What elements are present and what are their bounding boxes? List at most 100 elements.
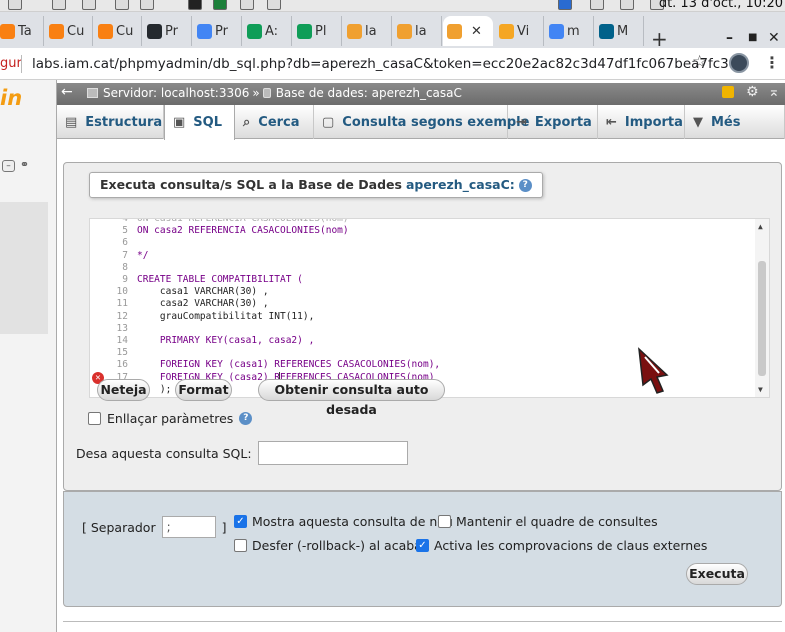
collapse-all-icon[interactable]: – bbox=[2, 160, 15, 172]
pma-logo[interactable]: in bbox=[0, 86, 22, 110]
tab-importa[interactable]: ⇤ Importa bbox=[598, 105, 685, 139]
line-number: 13 bbox=[116, 322, 128, 334]
app-icon[interactable] bbox=[213, 0, 227, 10]
browser-tab[interactable]: Pr bbox=[143, 16, 192, 46]
line-number: 14 bbox=[116, 335, 128, 346]
show-query-checkbox[interactable]: ✓ bbox=[234, 515, 247, 528]
info-icon[interactable] bbox=[558, 0, 572, 10]
phpmyadmin-icon bbox=[447, 23, 462, 39]
document-icon[interactable] bbox=[115, 0, 129, 10]
collapse-top-icon[interactable]: ⌅ bbox=[768, 84, 780, 100]
browser-tab[interactable]: Vi bbox=[495, 16, 544, 46]
browser-tab[interactable]: M bbox=[595, 16, 644, 46]
browser-tab-label: Cu bbox=[116, 23, 134, 39]
browser-tab-label: A: bbox=[265, 23, 279, 39]
browser-tab[interactable]: Cu bbox=[45, 16, 93, 46]
tab-exporta[interactable]: ⇥ Exporta bbox=[508, 105, 598, 139]
window-icon[interactable] bbox=[240, 0, 254, 10]
show-query-label: Mostra aquesta consulta de nou bbox=[252, 514, 453, 529]
code-line[interactable]: casa1 VARCHAR(30) , bbox=[137, 286, 269, 297]
chevron-down-icon: ▼ bbox=[693, 114, 703, 130]
server-icon bbox=[87, 88, 98, 98]
spreadsheet-icon[interactable] bbox=[140, 0, 154, 10]
bookmark-input[interactable] bbox=[257, 441, 408, 465]
code-line[interactable]: ON casa1 REFERENCIA CASACOLONIES(nom) bbox=[137, 219, 349, 224]
camera-icon[interactable] bbox=[267, 0, 281, 10]
terminal-icon[interactable] bbox=[188, 0, 202, 10]
address-bar-row: gur labs.iam.cat/phpmyadmin/db_sql.php?d… bbox=[0, 48, 785, 80]
breadcrumb-database[interactable]: Base de dades: aperezh_casaC bbox=[276, 86, 462, 100]
browser-tab-label: la bbox=[365, 23, 377, 39]
gear-icon[interactable]: ⚙ bbox=[746, 84, 759, 100]
rollback-checkbox[interactable] bbox=[234, 539, 247, 552]
tab-m-s[interactable]: ▼ Més bbox=[685, 105, 785, 139]
bind-parameters-checkbox[interactable] bbox=[88, 412, 101, 425]
scroll-up-icon[interactable]: ▲ bbox=[758, 222, 763, 231]
delimiter-input[interactable]: ; bbox=[161, 516, 216, 538]
line-number: 7 bbox=[122, 249, 128, 261]
sql-code-editor[interactable]: 4567891011121314151617✕18 ON casa1 REFER… bbox=[89, 218, 770, 398]
code-line[interactable]: CREATE TABLE COMPATIBILITAT ( bbox=[137, 274, 303, 285]
autosave-query-button[interactable]: Obtenir consulta auto desada bbox=[258, 379, 445, 417]
clear-button[interactable]: Neteja bbox=[97, 379, 150, 401]
profile-avatar[interactable] bbox=[729, 53, 749, 73]
tab-cerca[interactable]: ⌕ Cerca bbox=[235, 105, 314, 139]
query-icon: ▢ bbox=[322, 114, 335, 130]
close-window-button[interactable]: ✕ bbox=[768, 30, 780, 46]
code-line[interactable]: casa2 VARCHAR(30) , bbox=[137, 298, 269, 309]
code-line[interactable]: PRIMARY KEY(casa1, casa2) , bbox=[137, 335, 314, 346]
volume-icon[interactable] bbox=[620, 0, 634, 10]
circle-icon bbox=[499, 23, 514, 39]
calculator-icon[interactable] bbox=[52, 0, 66, 10]
url-field[interactable]: labs.iam.cat/phpmyadmin/db_sql.php?db=ap… bbox=[32, 56, 737, 72]
help-icon[interactable]: ? bbox=[239, 412, 253, 425]
code-line[interactable]: */ bbox=[137, 250, 148, 261]
tab-label: Consulta segons exemple bbox=[342, 114, 530, 130]
keep-box-label: Mantenir el quadre de consultes bbox=[456, 514, 658, 529]
line-number: 4 bbox=[122, 218, 128, 224]
minimize-button[interactable]: – bbox=[726, 30, 733, 46]
browser-tab[interactable]: la bbox=[393, 16, 442, 46]
editor-scrollbar[interactable]: ▲ ▼ bbox=[755, 219, 769, 397]
breadcrumb: Servidor: localhost:3306 » Base de dades… bbox=[87, 86, 462, 100]
browser-tab[interactable]: Pl bbox=[293, 16, 342, 46]
maximize-button[interactable]: ■ bbox=[748, 32, 757, 43]
code-line[interactable]: grauCompatibilitat INT(11), bbox=[137, 311, 314, 322]
help-icon[interactable]: ? bbox=[518, 178, 532, 192]
security-label[interactable]: gur bbox=[0, 56, 22, 71]
link-icon[interactable]: ⚭ bbox=[18, 159, 31, 172]
tab-sql[interactable]: ▣ SQL bbox=[164, 105, 235, 140]
fk-checks-checkbox[interactable]: ✓ bbox=[416, 539, 429, 552]
browser-tab[interactable]: m bbox=[545, 16, 594, 46]
browser-tab-label: Ta bbox=[18, 23, 32, 39]
code-line[interactable]: ON casa2 REFERENCIA CASACOLONIES(nom) bbox=[137, 225, 349, 236]
browser-tab[interactable]: Pr bbox=[193, 16, 242, 46]
tab-estructura[interactable]: ▤ Estructura bbox=[57, 105, 164, 139]
browser-tab-label: Vi bbox=[517, 23, 530, 39]
bookmark-star-icon[interactable]: ☆ bbox=[692, 52, 707, 72]
tab-consulta-segons-exemple[interactable]: ▢ Consulta segons exemple bbox=[314, 105, 529, 139]
scroll-down-icon[interactable]: ▼ bbox=[758, 385, 763, 394]
browser-tab[interactable]: Cu bbox=[94, 16, 142, 46]
code-line[interactable]: FOREIGN KEY (casa1) REFERENCES CASACOLON… bbox=[137, 359, 440, 370]
moodle-icon bbox=[49, 23, 64, 39]
format-button[interactable]: Format bbox=[175, 379, 232, 401]
browser-tab[interactable]: Ta bbox=[0, 16, 44, 46]
lock-icon[interactable] bbox=[722, 86, 734, 98]
scrollbar-thumb[interactable] bbox=[758, 261, 766, 376]
close-tab-icon[interactable]: ✕ bbox=[471, 24, 482, 39]
breadcrumb-server[interactable]: Servidor: localhost:3306 bbox=[103, 86, 249, 100]
run-button[interactable]: Executa bbox=[686, 563, 748, 585]
browser-menu-icon[interactable]: ⋮ bbox=[764, 53, 780, 72]
keep-box-checkbox[interactable] bbox=[438, 515, 451, 528]
browser-tab[interactable]: ✕ bbox=[443, 16, 493, 46]
back-arrow-icon[interactable]: ← bbox=[61, 84, 73, 100]
app-icon[interactable] bbox=[8, 0, 22, 10]
browser-tab[interactable]: A: bbox=[243, 16, 292, 46]
line-number: 11 bbox=[116, 298, 128, 310]
pen-icon[interactable] bbox=[590, 0, 604, 10]
editor-icon[interactable] bbox=[82, 0, 96, 10]
browser-tab-label: Cu bbox=[67, 23, 85, 39]
browser-tab-label: Pr bbox=[165, 23, 178, 39]
browser-tab[interactable]: la bbox=[343, 16, 392, 46]
